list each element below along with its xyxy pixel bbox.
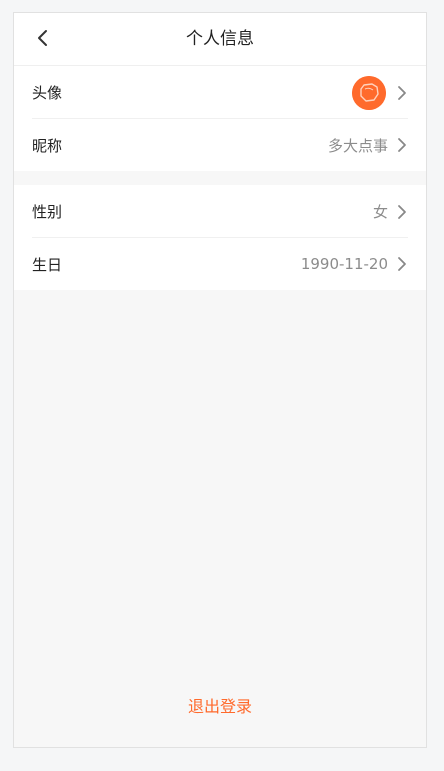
group-separator: [14, 171, 426, 185]
page-title: 个人信息: [186, 29, 254, 49]
birthday-label: 生日: [32, 255, 63, 274]
avatar-label: 头像: [32, 84, 63, 102]
chevron-right-icon: [398, 85, 406, 100]
avatar-image-icon: [352, 75, 386, 110]
profile-group: 头像 昵称 多大点事: [14, 66, 426, 171]
chevron-right-icon: [398, 204, 406, 219]
gender-label: 性别: [32, 203, 63, 221]
detail-group: 性别 女 生日 1990-11-20: [14, 185, 426, 290]
avatar-row[interactable]: 头像: [14, 66, 426, 119]
logout-button[interactable]: 退出登录: [14, 693, 426, 717]
gender-row[interactable]: 性别 女: [14, 185, 426, 238]
navigation-bar: 个人信息: [14, 13, 426, 66]
chevron-right-icon: [398, 138, 406, 152]
gender-value: 女: [372, 203, 388, 221]
avatar[interactable]: [352, 75, 386, 110]
birthday-value: 1990-11-20: [300, 255, 388, 273]
nickname-row[interactable]: 昵称 多大点事: [14, 119, 426, 171]
birthday-row[interactable]: 生日 1990-11-20: [14, 238, 426, 290]
chevron-right-icon: [398, 257, 406, 271]
nickname-label: 昵称: [32, 136, 63, 155]
phone-screen: 个人信息 头像 昵称 多大点事 性别 女 生日 1990-11-20 退出登录: [13, 12, 427, 748]
nickname-value: 多大点事: [327, 136, 388, 155]
